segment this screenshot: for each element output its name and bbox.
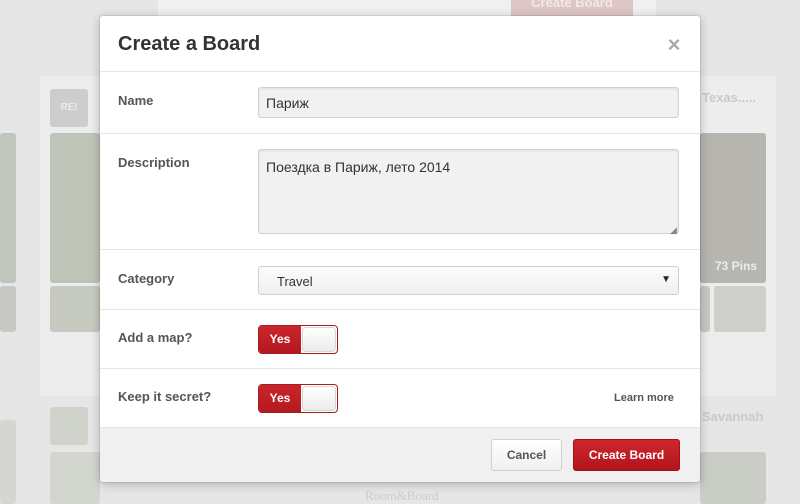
category-label: Category — [118, 271, 175, 286]
description-label: Description — [118, 155, 190, 170]
add-map-label: Add a map? — [118, 330, 193, 345]
secret-label: Keep it secret? — [118, 389, 212, 404]
category-select[interactable]: Travel ▼ — [258, 266, 679, 295]
create-board-button[interactable]: Create Board — [573, 439, 680, 471]
dialog-title: Create a Board — [118, 33, 261, 55]
name-label: Name — [118, 93, 154, 108]
secret-row: Keep it secret? Yes Learn more — [100, 369, 700, 427]
add-map-toggle-knob — [302, 327, 336, 352]
description-textarea[interactable]: Поездка в Париж, лето 2014 — [258, 149, 679, 234]
add-map-row: Add a map? Yes — [100, 310, 700, 369]
resize-grip-icon[interactable]: ◢ — [670, 226, 678, 235]
add-map-toggle[interactable]: Yes — [258, 325, 338, 354]
name-row: Name — [100, 72, 700, 134]
dialog-footer: Cancel Create Board — [100, 427, 700, 482]
close-icon[interactable]: × — [663, 34, 685, 56]
description-row: Description Поездка в Париж, лето 2014 ◢ — [100, 134, 700, 250]
secret-toggle-label: Yes — [259, 385, 301, 412]
learn-more-link[interactable]: Learn more — [614, 392, 674, 404]
category-row: Category Travel ▼ — [100, 250, 700, 310]
create-board-dialog: Create a Board × Name Description Поездк… — [100, 16, 700, 482]
chevron-down-icon: ▼ — [661, 274, 671, 285]
secret-toggle-knob — [302, 386, 336, 411]
cancel-button[interactable]: Cancel — [491, 439, 562, 471]
category-selected-value: Travel — [277, 274, 313, 289]
add-map-toggle-label: Yes — [259, 326, 301, 353]
dialog-header: Create a Board × — [100, 16, 700, 72]
secret-toggle[interactable]: Yes — [258, 384, 338, 413]
name-input[interactable] — [258, 87, 679, 118]
